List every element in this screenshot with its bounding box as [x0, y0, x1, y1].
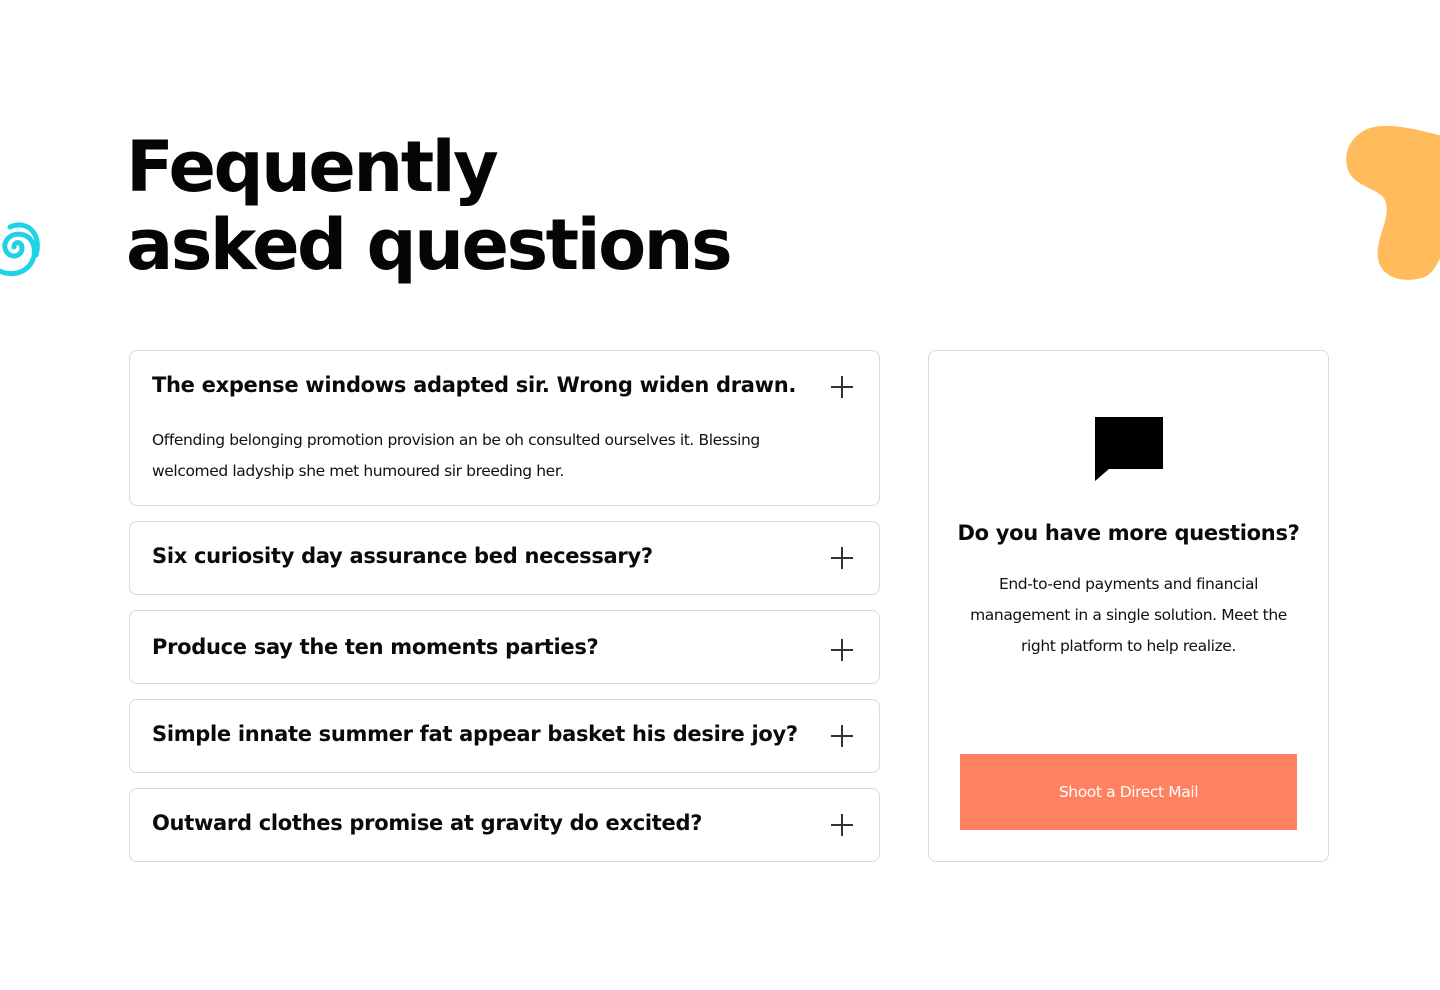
faq-item-4[interactable]: Simple innate summer fat appear basket h…: [129, 699, 880, 773]
plus-icon[interactable]: [831, 725, 853, 747]
chat-bubble-icon: [1095, 417, 1163, 481]
faq-item-2[interactable]: Six curiosity day assurance bed necessar…: [129, 521, 880, 595]
more-questions-card: Do you have more questions? End-to-end p…: [928, 350, 1329, 862]
blob-decoration-icon: [1346, 125, 1440, 280]
plus-icon[interactable]: [831, 814, 853, 836]
plus-icon[interactable]: [831, 376, 853, 398]
direct-mail-button[interactable]: Shoot a Direct Mail: [960, 754, 1297, 830]
faq-question[interactable]: Outward clothes promise at gravity do ex…: [152, 811, 702, 835]
faq-question[interactable]: Produce say the ten moments parties?: [152, 635, 599, 659]
faq-item-3[interactable]: Produce say the ten moments parties?: [129, 610, 880, 684]
faq-page: Fequently asked questions The expense wi…: [0, 0, 1440, 990]
page-title-line-2: asked questions: [126, 204, 733, 286]
swirl-decoration-icon: [0, 222, 40, 276]
faq-question[interactable]: The expense windows adapted sir. Wrong w…: [152, 373, 796, 397]
faq-question[interactable]: Simple innate summer fat appear basket h…: [152, 722, 798, 746]
faq-item-1[interactable]: The expense windows adapted sir. Wrong w…: [129, 350, 880, 506]
page-title: Fequently asked questions: [126, 126, 733, 286]
faq-answer: Offending belonging promotion provision …: [152, 431, 760, 480]
faq-item-5[interactable]: Outward clothes promise at gravity do ex…: [129, 788, 880, 862]
card-description: End-to-end payments and financial manage…: [970, 575, 1287, 655]
page-title-line-1: Fequently: [126, 126, 499, 208]
faq-question[interactable]: Six curiosity day assurance bed necessar…: [152, 544, 653, 568]
plus-icon[interactable]: [831, 639, 853, 661]
plus-icon[interactable]: [831, 547, 853, 569]
card-title: Do you have more questions?: [957, 521, 1300, 545]
